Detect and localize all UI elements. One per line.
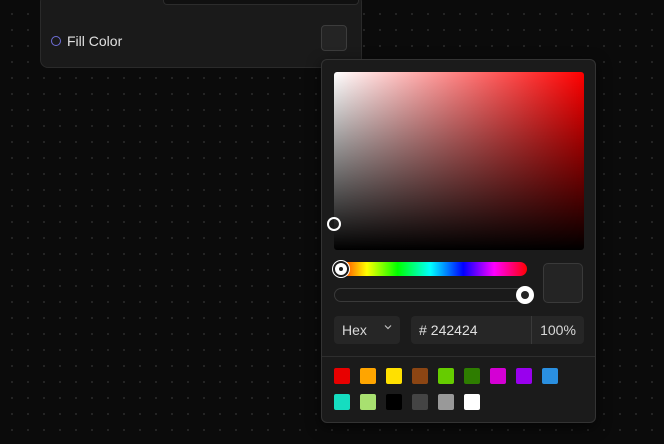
hex-input[interactable]: # 242424 100% [411,316,584,344]
node-field-previous[interactable] [163,0,359,5]
hue-slider[interactable] [333,261,527,277]
alpha-slider[interactable] [334,286,534,304]
fill-color-label: Fill Color [67,33,123,49]
preset-swatch[interactable] [438,394,454,410]
hue-slider-handle[interactable] [333,261,349,277]
alpha-slider-handle[interactable] [516,286,534,304]
node-panel: Fill Color [40,0,362,68]
saturation-value-handle[interactable] [327,217,341,231]
divider [322,356,595,357]
preset-swatch[interactable] [412,368,428,384]
preset-swatch[interactable] [386,368,402,384]
preset-swatch[interactable] [464,368,480,384]
fill-color-swatch[interactable] [321,25,347,51]
preset-swatch[interactable] [542,368,558,384]
fill-color-row: Fill Color [51,31,122,51]
hex-hash-prefix: # [419,322,427,338]
color-picker-popover: Hex # 242424 100% [321,59,596,423]
color-preview-swatch [543,263,583,303]
preset-swatch[interactable] [386,394,402,410]
preset-swatch[interactable] [412,394,428,410]
preset-swatch[interactable] [464,394,480,410]
preset-swatch[interactable] [516,368,532,384]
saturation-value-area[interactable] [327,72,584,250]
preset-swatch[interactable] [334,394,350,410]
chevron-down-icon [384,325,392,330]
preset-swatch[interactable] [334,368,350,384]
format-select[interactable]: Hex [334,316,400,344]
hex-value[interactable]: 242424 [431,322,478,338]
alpha-input[interactable]: 100% [531,316,584,344]
preset-swatch[interactable] [490,368,506,384]
preset-swatch[interactable] [438,368,454,384]
preset-swatch[interactable] [360,394,376,410]
fill-color-socket[interactable] [51,36,61,46]
preset-swatch[interactable] [360,368,376,384]
format-select-value: Hex [342,322,367,338]
